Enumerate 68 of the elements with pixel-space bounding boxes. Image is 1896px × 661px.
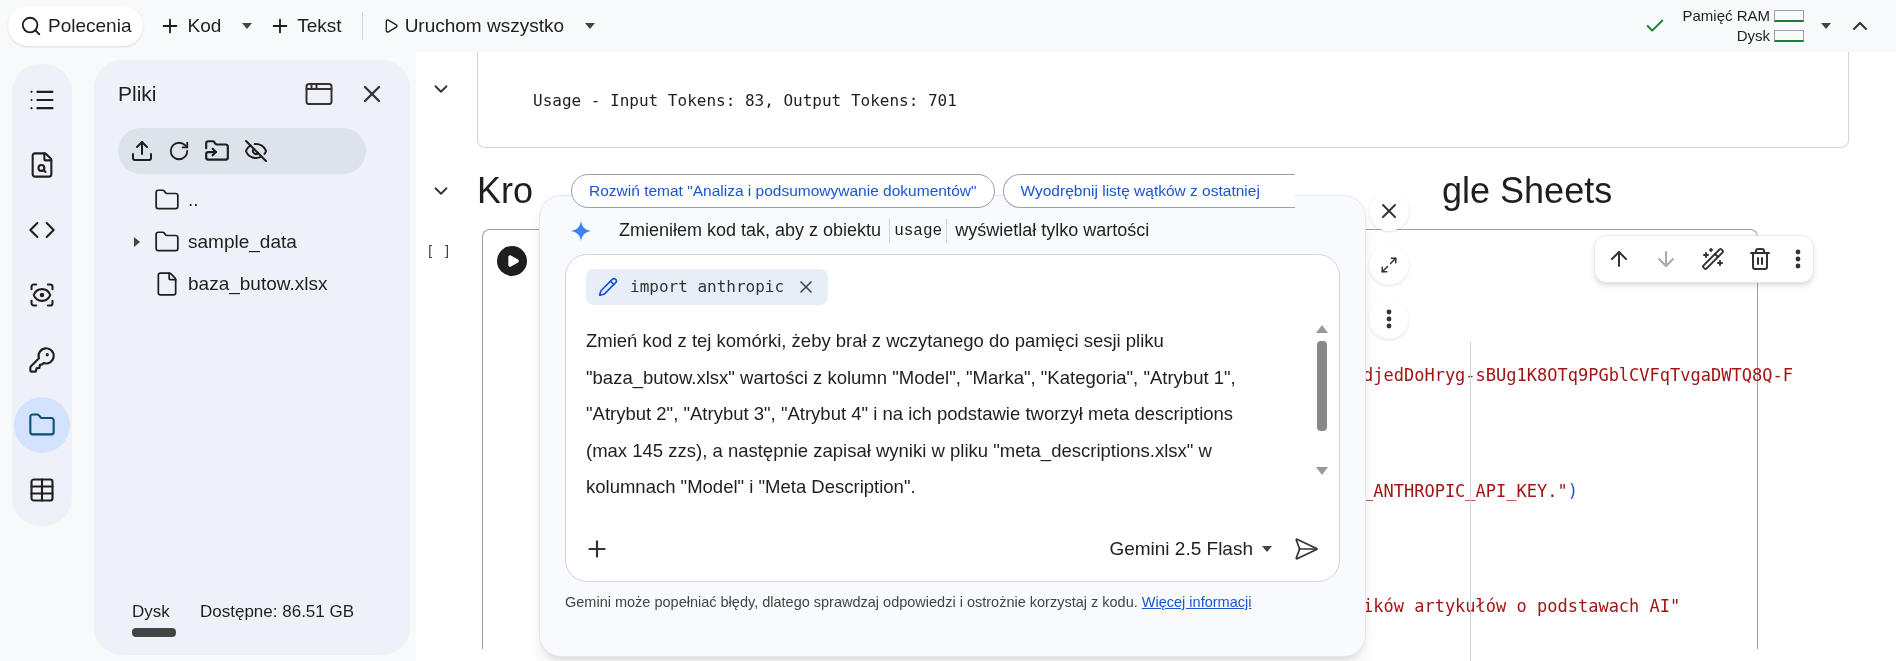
- sparkle-icon: [571, 220, 591, 241]
- magic-pencil-icon: [1701, 247, 1725, 271]
- suggestion-chip[interactable]: Wyodrębnij listę wątków z ostatniej: [1002, 174, 1295, 208]
- resources-indicator[interactable]: Pamięć RAM Dysk: [1682, 6, 1804, 46]
- table-icon: [28, 476, 56, 504]
- available-space: Dostępne: 86.51 GB: [200, 600, 355, 623]
- code-line: ików artykułów o podstawach AI": [1363, 595, 1682, 618]
- expand-button[interactable]: [1369, 245, 1409, 285]
- context-chip[interactable]: import anthropic: [586, 269, 829, 305]
- send-icon[interactable]: [1293, 535, 1319, 562]
- folder-icon[interactable]: [204, 138, 230, 164]
- toolbar-button[interactable]: Kod: [147, 6, 234, 46]
- refresh-icon[interactable]: [168, 140, 190, 162]
- learn-more-link[interactable]: Więcej informacji: [1141, 594, 1252, 610]
- folder-icon: [154, 187, 180, 213]
- collapsed-arrow-icon[interactable]: [133, 236, 141, 248]
- eye-off-icon[interactable]: [244, 139, 268, 163]
- play-icon: [506, 254, 520, 268]
- file-tree-item[interactable]: baza_butow.xlsx: [154, 269, 328, 299]
- code-line: djedDoHryg-sBUg1K8OTq9PGblCVFqTvgaDWTQ8Q-F: [1363, 364, 1793, 387]
- output-text: Usage - Input Tokens: 83, Output Tokens: 701: [533, 91, 957, 110]
- eye-icon: [28, 281, 56, 309]
- folder-icon: [154, 229, 180, 255]
- search-icon: [20, 15, 42, 37]
- toolbar-button[interactable]: Polecenia: [8, 6, 144, 46]
- resource-label: Dysk: [1736, 26, 1770, 46]
- code-line: _ANTHROPIC_API_KEY."): [1363, 479, 1579, 503]
- rail-button[interactable]: [14, 397, 70, 453]
- cell-toolbar-button[interactable]: [1748, 247, 1772, 271]
- execution-count: [ ]: [426, 242, 453, 261]
- run-cell-button[interactable]: [497, 246, 527, 276]
- trash-icon: [1748, 247, 1772, 271]
- scroll-down-arrow-icon[interactable]: [1316, 467, 1328, 475]
- more-button[interactable]: [1369, 299, 1409, 339]
- dropdown-caret-icon: [1820, 22, 1832, 30]
- section-heading: gle Sheets: [1442, 169, 1613, 213]
- suggestion-chip[interactable]: Rozwiń temat "Analiza i podsumowywanie dokumentów": [571, 174, 995, 208]
- section-heading: Kro: [477, 169, 534, 213]
- cell-toolbar-button[interactable]: [1795, 249, 1801, 269]
- drive-tab[interactable]: Dysk: [132, 598, 176, 624]
- message-text: Zmieniłem kod tak, aby z obiektu: [619, 219, 882, 242]
- model-selector[interactable]: Gemini 2.5 Flash: [1109, 534, 1273, 563]
- scroll-up-arrow-icon[interactable]: [1316, 325, 1328, 333]
- file-tree-item[interactable]: sample_data: [154, 227, 297, 257]
- panel-title: Pliki: [118, 81, 157, 108]
- toolbar-button[interactable]: Uruchom wszystko: [370, 6, 577, 46]
- close-button[interactable]: [1369, 191, 1409, 231]
- more-icon: [1386, 309, 1392, 329]
- more-icon: [1795, 249, 1801, 269]
- resource-label: Pamięć RAM: [1682, 6, 1770, 26]
- caret-icon: [1261, 544, 1273, 553]
- tab-indicator: [132, 628, 176, 637]
- file-icon: [154, 271, 180, 297]
- message-text: wyświetlał tylko wartości: [955, 219, 1150, 242]
- prompt-input[interactable]: Zmień kod z tej komórki, żeby brał z wczytanego do pamięci sesji pliku "baza_butow.xlsx" wartości z kolumn "Model", "Marka", "Kategoria", "Atrybut 1", "Atrybut 2", "Atrybut 3", "Atrybut 4" i na ich podstawie tworzył meta descriptions (max 145 zzs), a następnie zapisał wyniki w pliku "meta_descriptions.xlsx" w kolumnach "Model" i "Meta Description".: [586, 323, 1266, 506]
- key-icon: [28, 346, 56, 374]
- pencil-icon: [598, 277, 618, 297]
- usage-meter: [1774, 10, 1804, 22]
- chip-label: import anthropic: [630, 276, 785, 298]
- file-tree-item[interactable]: ..: [154, 185, 199, 215]
- inline-code: usage: [889, 218, 948, 243]
- cell-toolbar-button[interactable]: [1701, 247, 1725, 271]
- disclaimer-text: Gemini może popełniać błędy, dlatego sprawdzaj odpowiedzi i ostrożnie korzystaj z kodu. Więcej informacji: [565, 593, 1253, 612]
- usage-meter: [1774, 30, 1804, 42]
- expand-icon: [1380, 256, 1398, 274]
- upload-icon[interactable]: [130, 139, 154, 163]
- toolbar-button[interactable]: Tekst: [257, 6, 354, 46]
- scrollbar-thumb[interactable]: [1317, 341, 1327, 431]
